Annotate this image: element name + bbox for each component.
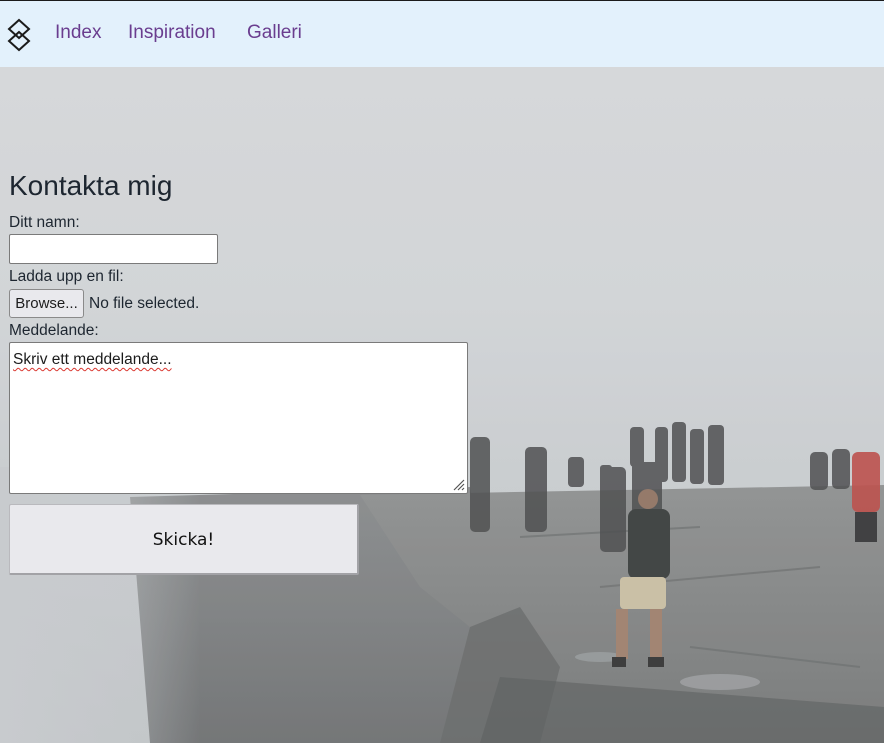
nav-link-index[interactable]: Index bbox=[55, 21, 101, 45]
message-text: Skriv ett meddelande... bbox=[13, 351, 172, 368]
browse-button[interactable]: Browse... bbox=[9, 289, 84, 318]
name-label: Ditt namn: bbox=[9, 214, 80, 231]
diamond-logo-icon[interactable] bbox=[6, 18, 32, 52]
resize-grip-icon[interactable] bbox=[451, 477, 465, 491]
page-title: Kontakta mig bbox=[9, 170, 173, 201]
file-status-text: No file selected. bbox=[89, 295, 200, 312]
file-upload-label: Ladda upp en fil: bbox=[9, 268, 124, 285]
name-input[interactable] bbox=[9, 234, 218, 264]
top-navbar: Index Inspiration Galleri bbox=[0, 0, 884, 67]
nav-link-inspiration[interactable]: Inspiration bbox=[128, 21, 216, 45]
submit-button[interactable]: Skicka! bbox=[9, 504, 359, 575]
message-textarea[interactable]: Skriv ett meddelande... bbox=[9, 342, 468, 494]
nav-link-galleri[interactable]: Galleri bbox=[247, 21, 302, 45]
message-label: Meddelande: bbox=[9, 322, 99, 339]
